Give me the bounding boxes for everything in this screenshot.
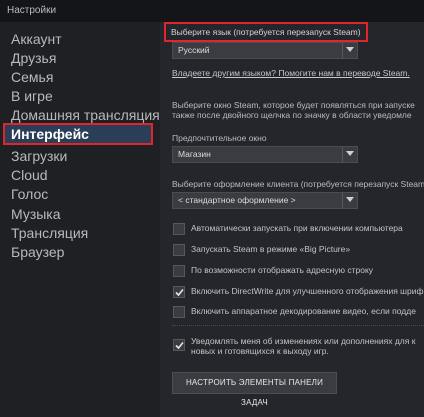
notify-label-line-1: Уведомлять меня об изменениях или дополн… bbox=[191, 336, 416, 346]
skin-dropdown[interactable]: < стандартное оформление > bbox=[172, 192, 358, 209]
checkmark-icon bbox=[175, 288, 184, 297]
address-bar-label: По возможности отображать адресную строк… bbox=[191, 265, 374, 275]
interface-settings-panel: Выберите язык (потребуется перезапуск St… bbox=[160, 22, 424, 417]
window-description-line-1: Выберите окно Steam, которое будет появл… bbox=[172, 100, 415, 110]
directwrite-checkbox[interactable] bbox=[173, 286, 185, 298]
language-label: Выберите язык (потребуется перезапуск St… bbox=[164, 22, 368, 42]
sidebar-item-broadcasting[interactable]: Трансляция bbox=[11, 225, 88, 241]
autostart-checkbox[interactable] bbox=[173, 223, 185, 235]
skin-value: < стандартное оформление > bbox=[178, 195, 296, 205]
preferred-window-value: Магазин bbox=[178, 149, 211, 159]
directwrite-label: Включить DirectWrite для улучшенного ото… bbox=[191, 286, 424, 296]
notify-label-line-2: новых и готовящихся к выходу игр. bbox=[191, 346, 329, 356]
translate-help-link[interactable]: Владеете другим языком? Помогите нам в п… bbox=[172, 68, 410, 78]
sidebar-item-family[interactable]: Семья bbox=[11, 69, 53, 85]
hardware-decoding-checkbox[interactable] bbox=[173, 306, 185, 318]
chevron-down-icon bbox=[342, 147, 357, 162]
sidebar-item-cloud[interactable]: Cloud bbox=[11, 167, 48, 183]
skin-label: Выберите оформление клиента (потребуется… bbox=[172, 179, 424, 189]
preferred-window-dropdown[interactable]: Магазин bbox=[172, 146, 358, 163]
sidebar-item-downloads[interactable]: Загрузки bbox=[11, 148, 67, 164]
sidebar-item-music[interactable]: Музыка bbox=[11, 206, 61, 222]
settings-sidebar: Аккаунт Друзья Семья В игре Домашняя тра… bbox=[0, 22, 160, 417]
chevron-down-icon bbox=[342, 193, 357, 208]
taskbar-settings-button[interactable]: НАСТРОИТЬ ЭЛЕМЕНТЫ ПАНЕЛИ ЗАДАЧ bbox=[172, 372, 337, 407]
section-divider bbox=[172, 325, 424, 326]
big-picture-label: Запускать Steam в режиме «Big Picture» bbox=[191, 244, 351, 254]
sidebar-item-home-streaming[interactable]: Домашняя трансляция bbox=[11, 107, 160, 123]
chevron-down-icon bbox=[342, 43, 357, 58]
preferred-window-label: Предпочтительное окно bbox=[172, 133, 267, 143]
sidebar-item-interface[interactable]: Интерфейс bbox=[3, 123, 153, 145]
address-bar-checkbox[interactable] bbox=[173, 265, 185, 277]
window-titlebar: Настройки bbox=[0, 0, 424, 22]
hardware-decoding-label: Включить аппаратное декодирование видео,… bbox=[191, 306, 416, 316]
sidebar-item-browser[interactable]: Браузер bbox=[11, 244, 64, 260]
big-picture-checkbox[interactable] bbox=[173, 244, 185, 256]
sidebar-item-in-game[interactable]: В игре bbox=[11, 88, 53, 104]
language-value: Русский bbox=[178, 45, 210, 55]
sidebar-item-voice[interactable]: Голос bbox=[11, 186, 48, 202]
checkmark-icon bbox=[175, 341, 184, 350]
notify-checkbox[interactable] bbox=[173, 339, 185, 351]
language-dropdown[interactable]: Русский bbox=[172, 42, 358, 59]
window-title: Настройки bbox=[7, 5, 57, 16]
window-description-line-2: также после двойного щелчка по значку в … bbox=[172, 110, 412, 120]
sidebar-item-friends[interactable]: Друзья bbox=[11, 50, 56, 66]
sidebar-item-account[interactable]: Аккаунт bbox=[11, 31, 62, 47]
autostart-label: Автоматически запускать при включении ко… bbox=[191, 223, 403, 233]
